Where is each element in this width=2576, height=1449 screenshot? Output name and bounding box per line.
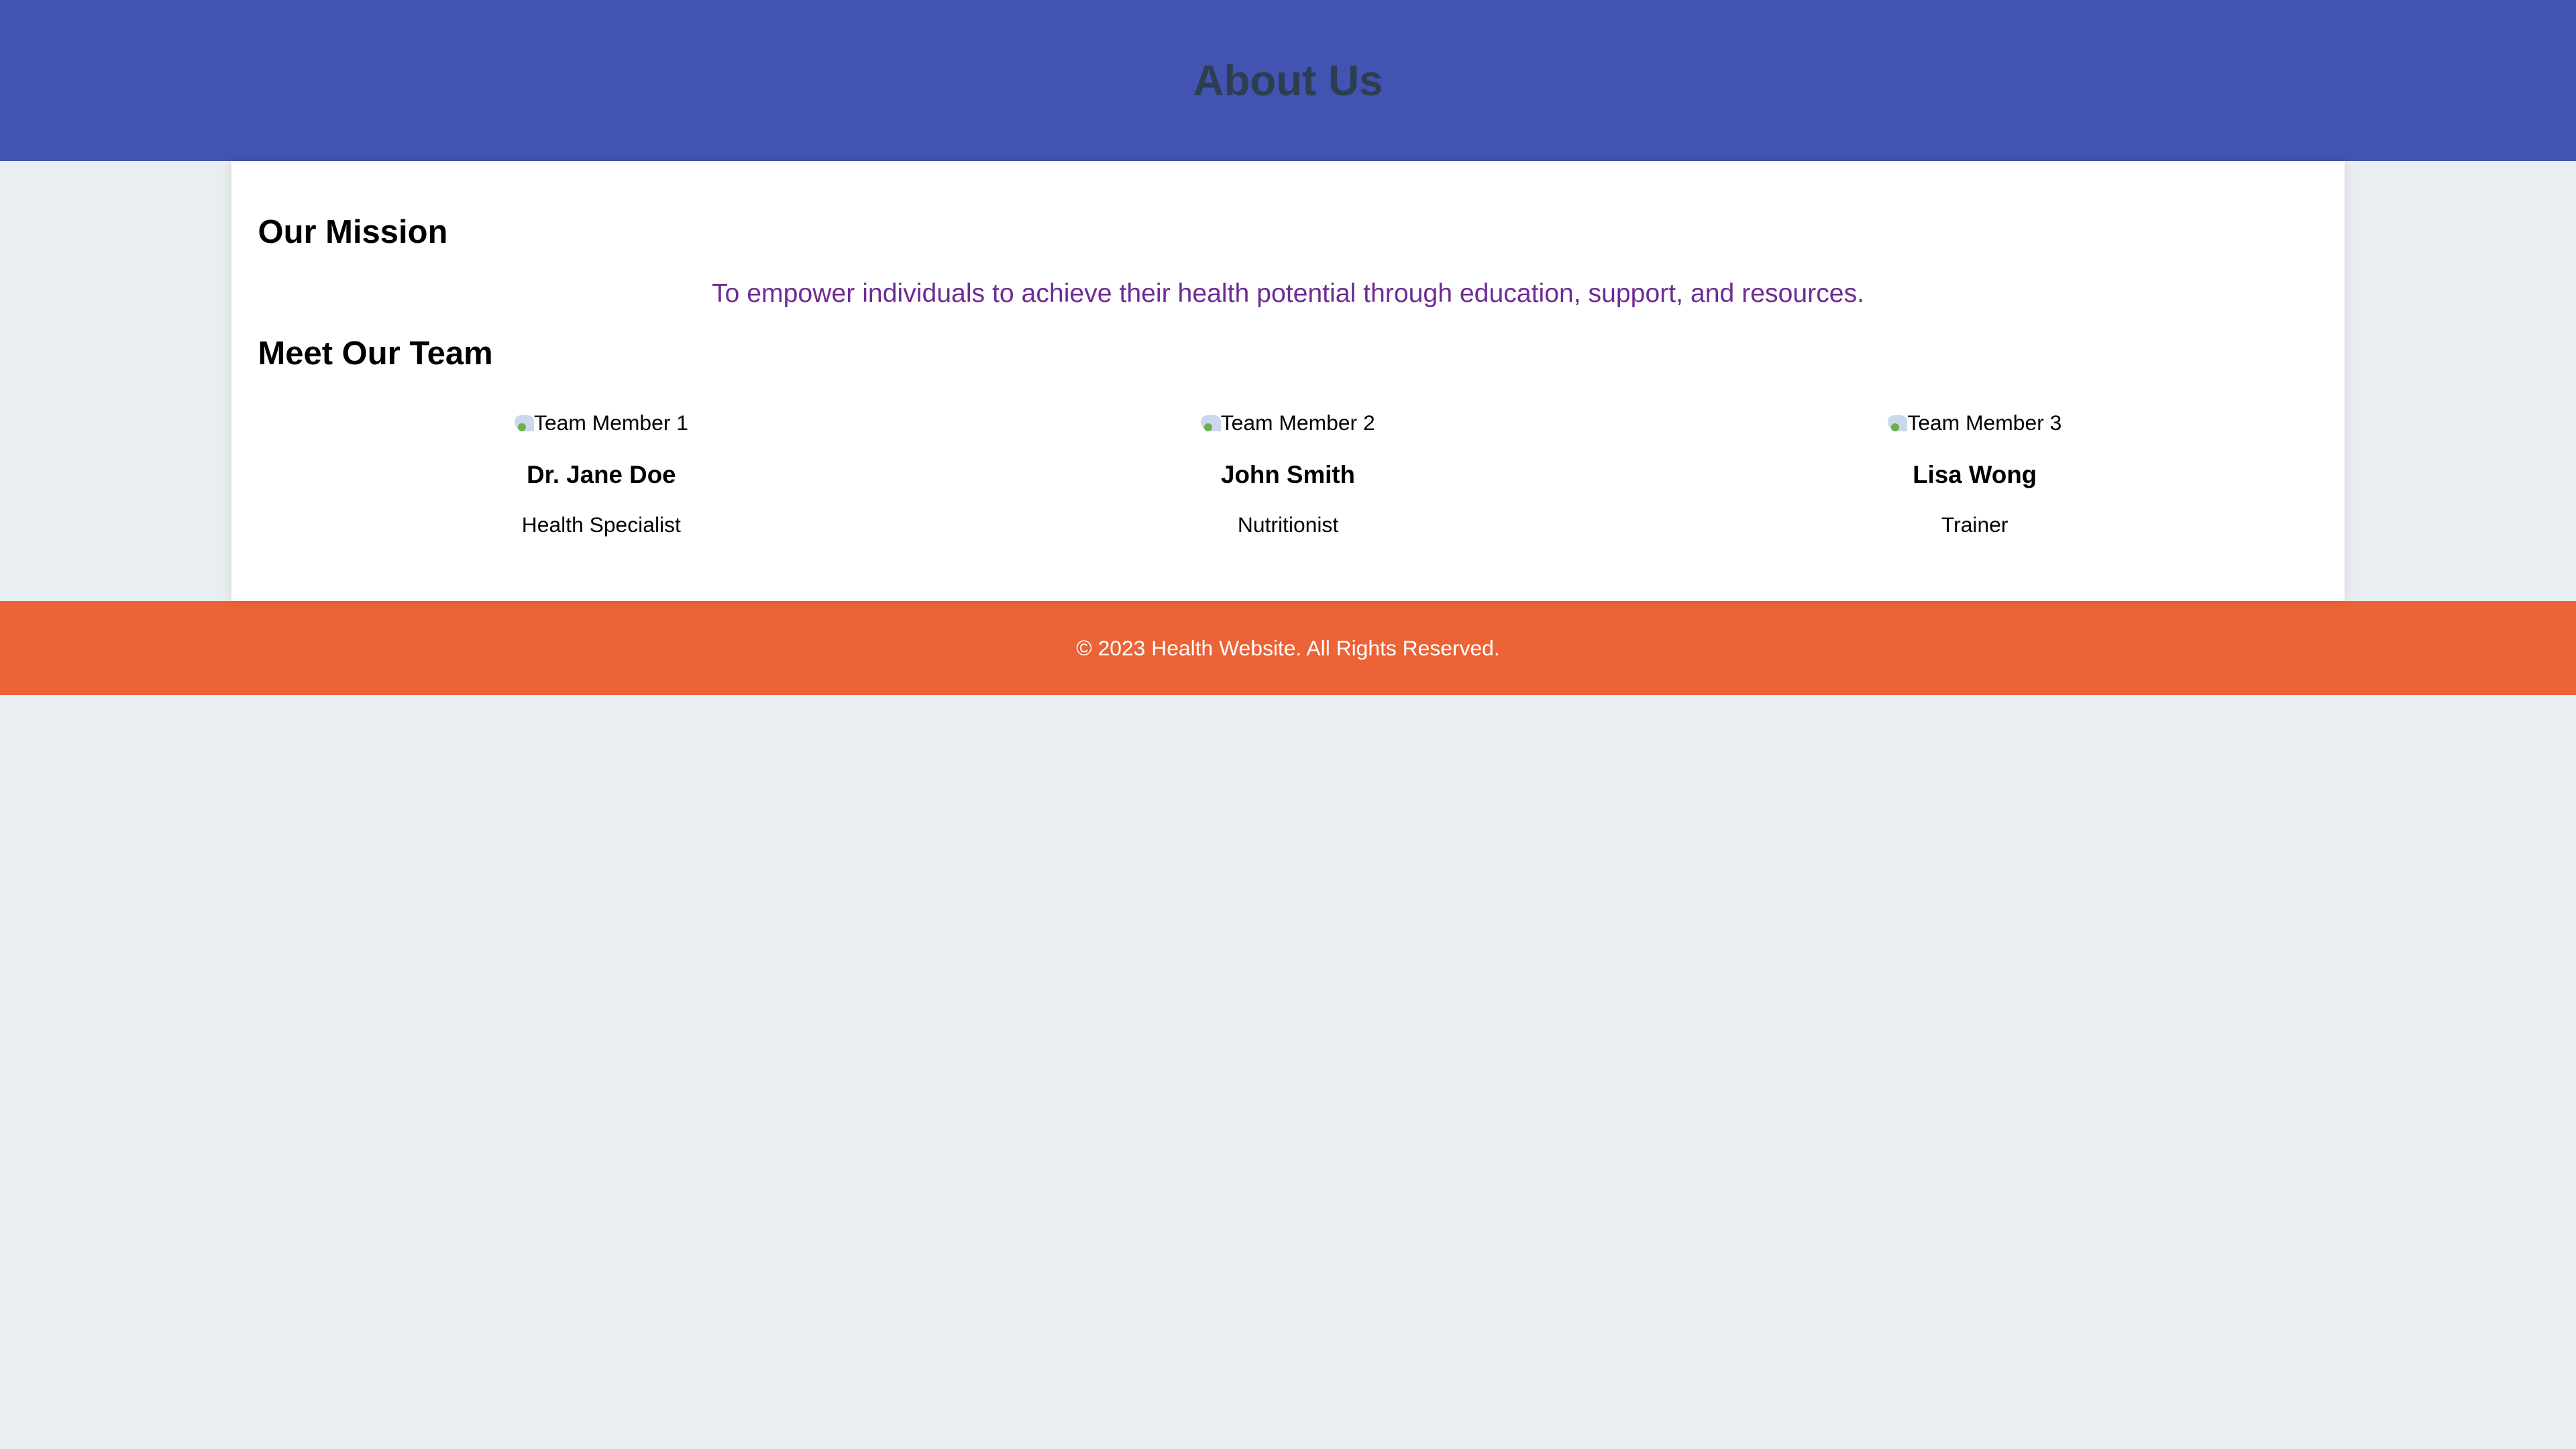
team-member-card: Team Member 2 John Smith Nutritionist — [945, 409, 1631, 537]
main-content: Our Mission To empower individuals to ac… — [231, 161, 2345, 602]
team-member-image: Team Member 1 — [514, 410, 688, 436]
mission-heading: Our Mission — [258, 214, 448, 251]
copyright-text: © 2023 Health Website. All Rights Reserv… — [1076, 635, 1500, 660]
team-list: Team Member 1 Dr. Jane Doe Health Specia… — [258, 409, 2318, 537]
team-member-card: Team Member 3 Lisa Wong Trainer — [1631, 409, 2318, 537]
image-alt-text: Team Member 2 — [1220, 411, 1375, 435]
page-footer: © 2023 Health Website. All Rights Reserv… — [0, 601, 2576, 695]
image-alt-text: Team Member 1 — [534, 411, 688, 435]
broken-image-icon — [1201, 415, 1221, 432]
team-member-name: John Smith — [1221, 461, 1355, 489]
team-member-image: Team Member 2 — [1201, 410, 1375, 436]
team-member-role: Trainer — [1941, 512, 2008, 537]
team-member-card: Team Member 1 Dr. Jane Doe Health Specia… — [258, 409, 945, 537]
mission-text: To empower individuals to achieve their … — [711, 278, 1865, 308]
page-header: About Us — [0, 0, 2576, 161]
team-heading: Meet Our Team — [258, 335, 493, 372]
broken-image-icon — [1888, 415, 1908, 432]
page-title: About Us — [1193, 56, 1383, 105]
team-member-role: Nutritionist — [1237, 512, 1339, 537]
team-member-name: Lisa Wong — [1913, 461, 2037, 489]
image-alt-text: Team Member 3 — [1907, 411, 2062, 435]
team-member-name: Dr. Jane Doe — [527, 461, 676, 489]
team-member-role: Health Specialist — [521, 512, 681, 537]
team-member-image: Team Member 3 — [1888, 410, 2061, 436]
broken-image-icon — [514, 415, 535, 432]
